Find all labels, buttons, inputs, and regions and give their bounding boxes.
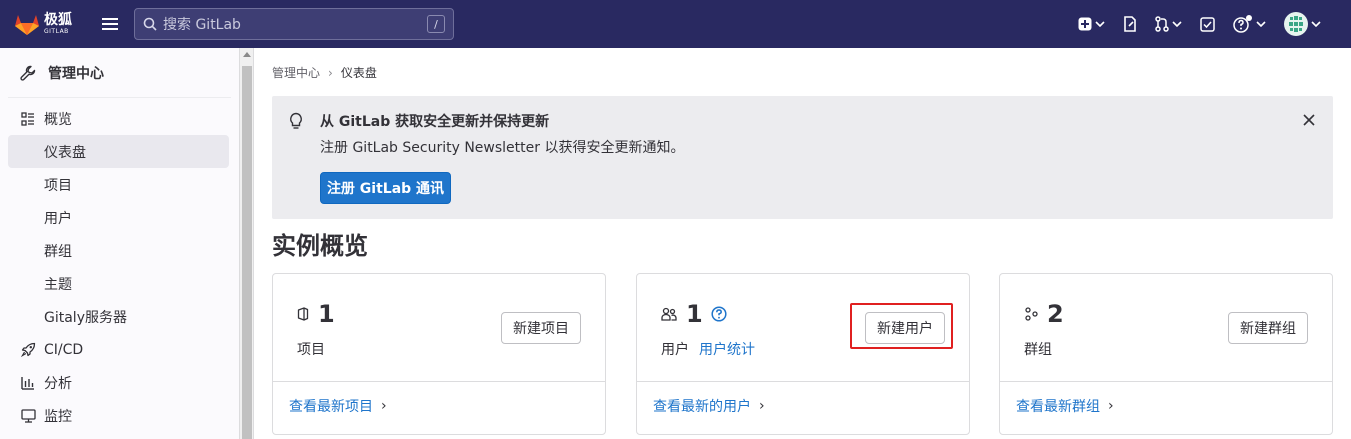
merge-request-icon (1155, 16, 1169, 32)
gitlab-logo[interactable]: 极狐 GITLAB (14, 12, 94, 36)
help-button[interactable] (1233, 12, 1266, 36)
alert-body: 注册 GitLab Security Newsletter 以获得安全更新通知。 (320, 140, 685, 156)
user-statistics-link[interactable]: 用户统计 (699, 339, 755, 359)
issues-button[interactable] (1123, 12, 1137, 36)
top-bar: 极狐 GITLAB 搜索 GitLab / (0, 0, 1351, 48)
groups-footer-label: 查看最新群组 (1016, 399, 1100, 415)
sidebar-item-label: 用户 (44, 210, 72, 227)
sidebar-header[interactable]: 管理中心 (8, 48, 231, 98)
logo-subtext: GITLAB (44, 28, 69, 35)
sidebar-item-label: 群组 (44, 243, 72, 260)
groups-card: 2 群组 新建群组 查看最新群组 › (999, 273, 1333, 435)
view-latest-projects-link[interactable]: 查看最新项目 › (289, 396, 387, 416)
security-alert: 从 GitLab 获取安全更新并保持更新 注册 GitLab Security … (272, 96, 1333, 219)
chevron-down-icon (1256, 21, 1266, 27)
subscribe-newsletter-button[interactable]: 注册 GitLab 通讯 (320, 172, 451, 204)
view-latest-users-link[interactable]: 查看最新的用户 › (653, 396, 765, 416)
chevron-down-icon (1172, 21, 1182, 27)
monitor-icon (20, 408, 36, 424)
todos-button[interactable] (1200, 12, 1215, 36)
todo-icon (1200, 16, 1215, 32)
wrench-icon (20, 65, 36, 81)
sidebar-item-label: CI/CD (44, 341, 84, 358)
user-menu-button[interactable] (1284, 12, 1321, 36)
chevron-right-icon: › (381, 398, 387, 414)
chevron-right-icon: › (759, 398, 765, 414)
sidebar: 管理中心 概览 仪表盘 项目 用户 群组 主题 Gitaly服务器 CI/CD … (0, 48, 240, 439)
project-icon (297, 307, 309, 321)
sidebar-item-topics[interactable]: 主题 (0, 267, 239, 300)
merge-requests-button[interactable] (1155, 12, 1182, 36)
sidebar-item-overview[interactable]: 概览 (0, 102, 239, 135)
sidebar-item-label: 监控 (44, 408, 72, 425)
scrollbar-thumb[interactable] (242, 66, 252, 439)
hamburger-icon (102, 18, 118, 30)
issues-icon (1124, 16, 1136, 32)
sidebar-item-gitaly-servers[interactable]: Gitaly服务器 (0, 300, 239, 333)
new-group-button[interactable]: 新建群组 (1228, 312, 1308, 344)
sidebar-item-dashboard[interactable]: 仪表盘 (8, 135, 229, 168)
sidebar-item-projects[interactable]: 项目 (0, 168, 239, 201)
users-footer-label: 查看最新的用户 (653, 399, 751, 415)
users-icon (661, 307, 677, 321)
users-label: 用户 (661, 342, 689, 358)
search-input[interactable]: 搜索 GitLab / (134, 8, 454, 40)
logo-text: 极狐 (44, 12, 72, 28)
overview-icon (20, 111, 36, 127)
sidebar-item-label: 项目 (44, 177, 72, 194)
sidebar-item-analytics[interactable]: 分析 (0, 366, 239, 399)
users-card: 1 用户 用户统计 新建用户 查看最新的用户 › (636, 273, 970, 435)
close-icon[interactable] (1303, 114, 1315, 126)
rocket-icon (20, 342, 36, 358)
groups-label: 群组 (1024, 342, 1052, 358)
help-icon (1233, 15, 1252, 33)
groups-count: 2 (1047, 300, 1064, 328)
sidebar-item-users[interactable]: 用户 (0, 201, 239, 234)
alert-title: 从 GitLab 获取安全更新并保持更新 (320, 114, 550, 130)
new-project-button[interactable]: 新建项目 (501, 312, 581, 344)
sidebar-title: 管理中心 (48, 65, 104, 82)
question-icon[interactable] (711, 306, 727, 322)
scroll-up-arrow-icon[interactable] (243, 52, 251, 57)
search-icon (143, 17, 157, 31)
sidebar-item-label: 仪表盘 (44, 144, 86, 161)
projects-footer-label: 查看最新项目 (289, 399, 373, 415)
sidebar-item-label: Gitaly服务器 (44, 309, 127, 326)
chevron-down-icon (1095, 21, 1105, 27)
chevron-down-icon (1311, 21, 1321, 27)
view-latest-groups-link[interactable]: 查看最新群组 › (1016, 396, 1114, 416)
avatar (1284, 12, 1308, 36)
breadcrumb-parent[interactable]: 管理中心 (272, 64, 320, 81)
sidebar-item-groups[interactable]: 群组 (0, 234, 239, 267)
sidebar-item-monitoring[interactable]: 监控 (0, 399, 239, 432)
chevron-right-icon: › (1108, 398, 1114, 414)
fox-logo-icon (15, 15, 39, 35)
sidebar-item-label: 概览 (44, 111, 72, 128)
projects-count: 1 (318, 300, 335, 328)
sidebar-item-label: 分析 (44, 375, 72, 392)
new-dropdown-button[interactable] (1078, 12, 1105, 36)
sidebar-scrollbar[interactable] (240, 48, 254, 439)
projects-card: 1 项目 新建项目 查看最新项目 › (272, 273, 606, 435)
menu-button[interactable] (96, 10, 124, 38)
page-title: 实例概览 (272, 232, 368, 260)
users-count: 1 (686, 300, 703, 328)
breadcrumb-current[interactable]: 仪表盘 (341, 64, 377, 81)
search-placeholder: 搜索 GitLab (163, 17, 241, 33)
highlight-box (850, 303, 953, 349)
plus-square-icon (1078, 17, 1092, 31)
lightbulb-icon (290, 112, 302, 129)
projects-label: 项目 (297, 342, 325, 358)
breadcrumb: 管理中心 › 仪表盘 (272, 64, 377, 81)
main-content: 管理中心 › 仪表盘 从 GitLab 获取安全更新并保持更新 注册 GitLa… (256, 48, 1351, 439)
identicon-icon (1289, 16, 1303, 32)
group-icon (1025, 307, 1038, 321)
sidebar-item-cicd[interactable]: CI/CD (0, 333, 239, 366)
search-shortcut-badge: / (427, 15, 445, 33)
chart-icon (20, 375, 36, 391)
sidebar-item-label: 主题 (44, 276, 72, 293)
breadcrumb-separator: › (328, 65, 333, 80)
